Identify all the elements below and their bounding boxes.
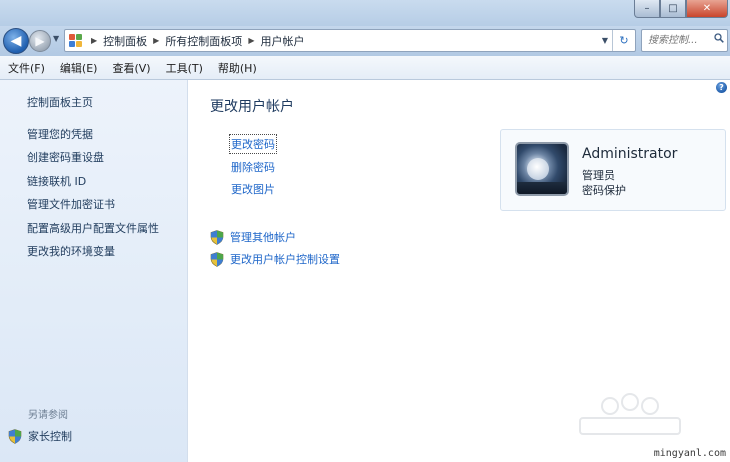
link-label: 管理其他帐户 (230, 231, 296, 244)
breadcrumb-separator-icon[interactable]: ▶ (153, 36, 159, 45)
uac-shield-icon (210, 251, 224, 267)
menu-tools[interactable]: 工具(T) (158, 60, 210, 76)
menu-help[interactable]: 帮助(H) (210, 60, 264, 76)
sidebar-item-advanced-profile-properties[interactable]: 配置高级用户配置文件属性 (27, 220, 159, 236)
sidebar-item-environment-variables[interactable]: 更改我的环境变量 (27, 243, 115, 259)
manage-other-accounts-link[interactable]: 管理其他帐户 (210, 229, 296, 245)
search-box[interactable] (641, 29, 728, 52)
breadcrumb-control-panel[interactable]: 控制面板 (103, 33, 147, 49)
menu-bar: 文件(F) 编辑(E) 查看(V) 工具(T) 帮助(H) (0, 56, 730, 80)
user-role: 管理员 (582, 169, 615, 182)
recent-pages-dropdown-icon[interactable]: ▼ (53, 34, 59, 43)
menu-edit[interactable]: 编辑(E) (52, 60, 105, 76)
avatar-moon-graphic (527, 158, 549, 180)
maximize-button[interactable]: □ (660, 0, 686, 18)
change-picture-link[interactable]: 更改图片 (231, 181, 275, 197)
sidebar-control-panel-home[interactable]: 控制面板主页 (27, 94, 93, 110)
page-title: 更改用户帐户 (210, 99, 294, 115)
search-icon[interactable] (714, 33, 724, 43)
uac-settings-link[interactable]: 更改用户帐户控制设置 (210, 251, 340, 267)
navigation-bar: ◀ ▶ ▼ ▶ 控制面板 ▶ 所有控制面板项 ▶ 用户帐户 ▼ ↻ (0, 26, 730, 56)
menu-file[interactable]: 文件(F) (0, 60, 52, 76)
sidebar-item-label: 家长控制 (28, 430, 72, 443)
refresh-icon[interactable]: ↻ (612, 30, 635, 51)
help-icon[interactable]: ? (716, 82, 727, 93)
forward-button[interactable]: ▶ (29, 30, 51, 52)
breadcrumb-separator-icon[interactable]: ▶ (91, 36, 97, 45)
watermark-logo (579, 393, 681, 435)
see-also-heading: 另请参阅 (28, 410, 68, 421)
minimize-button[interactable]: – (634, 0, 660, 18)
sidebar-item-link-online-id[interactable]: 链接联机 ID (27, 173, 86, 189)
control-panel-icon (69, 33, 85, 48)
address-bar[interactable]: ▶ 控制面板 ▶ 所有控制面板项 ▶ 用户帐户 ▼ ↻ (64, 29, 636, 52)
password-status: 密码保护 (582, 184, 626, 197)
link-label: 更改用户帐户控制设置 (230, 253, 340, 266)
back-button[interactable]: ◀ (3, 28, 29, 54)
change-password-link[interactable]: 更改密码 (229, 134, 277, 154)
sidebar-item-manage-credentials[interactable]: 管理您的凭据 (27, 126, 93, 142)
user-account-card: Administrator 管理员 密码保护 (500, 129, 726, 211)
search-input[interactable] (646, 34, 714, 47)
caption-buttons: – □ ✕ (634, 0, 728, 18)
sidebar-item-parental-controls[interactable]: 家长控制 (8, 428, 72, 444)
uac-shield-icon (8, 428, 22, 444)
address-dropdown-icon[interactable]: ▼ (598, 36, 612, 45)
breadcrumb-all-items[interactable]: 所有控制面板项 (165, 33, 242, 49)
remove-password-link[interactable]: 删除密码 (231, 159, 275, 175)
title-bar: – □ ✕ (0, 0, 730, 26)
left-pane: 控制面板主页 管理您的凭据 创建密码重设盘 链接联机 ID 管理文件加密证书 配… (0, 80, 188, 462)
user-name: Administrator (582, 146, 678, 162)
avatar-ground-graphic (517, 182, 567, 194)
sidebar-item-password-reset-disk[interactable]: 创建密码重设盘 (27, 149, 104, 165)
avatar[interactable] (515, 142, 569, 196)
uac-shield-icon (210, 229, 224, 245)
sidebar-item-file-encryption-certificates[interactable]: 管理文件加密证书 (27, 196, 115, 212)
watermark-text: mingyanl.com (653, 448, 726, 459)
breadcrumb-user-accounts[interactable]: 用户帐户 (260, 33, 304, 49)
menu-view[interactable]: 查看(V) (104, 60, 157, 76)
close-button[interactable]: ✕ (686, 0, 728, 18)
breadcrumb-separator-icon[interactable]: ▶ (248, 36, 254, 45)
